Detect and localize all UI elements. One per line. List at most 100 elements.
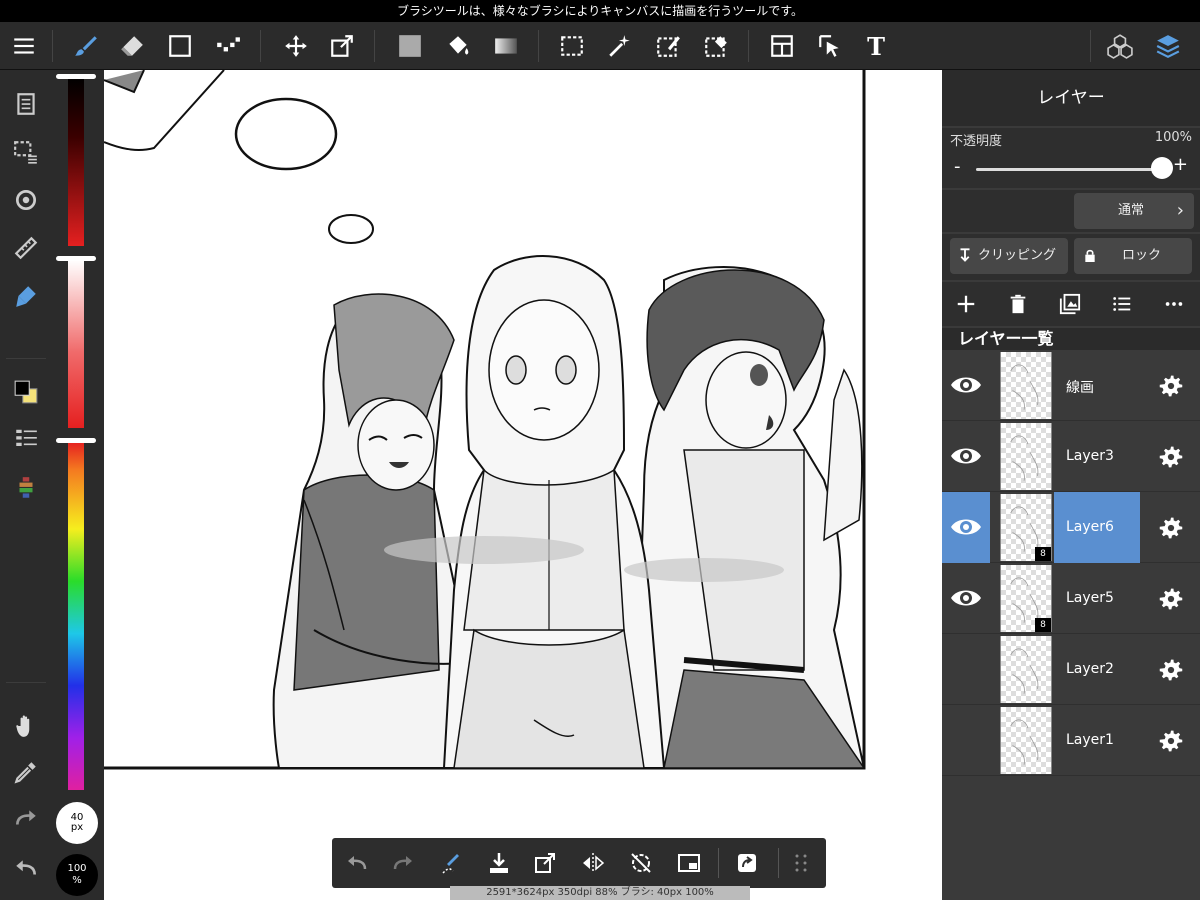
move-icon[interactable]	[278, 28, 314, 64]
blend-mode-label: 通常	[1118, 203, 1145, 218]
layer-label-area[interactable]: Layer6	[1054, 492, 1140, 563]
hue-slider-handle[interactable]	[56, 438, 96, 443]
transform-icon[interactable]	[324, 28, 360, 64]
opacity-value: 100%	[1154, 130, 1192, 145]
layout-icon[interactable]	[764, 28, 800, 64]
layer-row[interactable]: 線画	[942, 350, 1200, 421]
drawing-canvas[interactable]	[104, 70, 942, 900]
gear-icon[interactable]	[1156, 655, 1186, 685]
undo-icon[interactable]	[340, 846, 374, 880]
pages-icon[interactable]	[8, 86, 44, 122]
flip-icon[interactable]	[576, 846, 610, 880]
more-icon[interactable]	[1158, 290, 1190, 318]
layer-thumbnail	[1000, 352, 1052, 419]
layer-label-area[interactable]: Layer2	[1054, 634, 1140, 705]
export-icon[interactable]	[528, 846, 562, 880]
redo-icon[interactable]	[8, 800, 44, 836]
layer-name: Layer3	[1066, 448, 1114, 464]
left-toolbar	[0, 70, 52, 900]
blend-mode-button[interactable]: 通常 ›	[1074, 193, 1194, 229]
layer-name: 線画	[1066, 380, 1094, 396]
select-pen-icon[interactable]	[650, 28, 686, 64]
eye-icon	[951, 519, 981, 535]
saturation-slider-handle[interactable]	[56, 256, 96, 261]
trash-icon[interactable]	[1002, 290, 1034, 318]
visibility-toggle[interactable]	[942, 350, 990, 421]
gear-icon[interactable]	[1156, 513, 1186, 543]
share-icon[interactable]	[730, 846, 764, 880]
hue-slider[interactable]	[68, 442, 84, 790]
selection-icon[interactable]	[8, 134, 44, 170]
materials-icon[interactable]	[1102, 28, 1138, 64]
dot-line-icon[interactable]	[210, 28, 246, 64]
undo-icon[interactable]	[8, 850, 44, 886]
pen-tool-icon[interactable]	[8, 278, 44, 314]
grid-menu-icon[interactable]	[784, 846, 818, 880]
layer-label-area[interactable]: Layer1	[1054, 705, 1140, 776]
opacity-slider-handle[interactable]	[1151, 157, 1173, 179]
eraser-icon[interactable]	[114, 28, 150, 64]
opacity-slider[interactable]	[976, 168, 1156, 171]
gradient-icon[interactable]	[488, 28, 524, 64]
fullscreen-icon[interactable]	[672, 846, 706, 880]
gear-icon[interactable]	[1156, 584, 1186, 614]
rotate-reset-icon[interactable]	[624, 846, 658, 880]
lock-button[interactable]: ロック	[1074, 238, 1192, 274]
select-rect-icon[interactable]	[554, 28, 590, 64]
select-eraser-icon[interactable]	[698, 28, 734, 64]
lock-label: ロック	[1122, 248, 1162, 263]
layer-row[interactable]: 8 Layer6	[942, 492, 1200, 563]
opacity-decrease-button[interactable]: -	[954, 156, 961, 177]
layer-thumbnail	[1000, 636, 1052, 703]
select-arrow-icon[interactable]	[812, 28, 848, 64]
brightness-slider-handle[interactable]	[56, 74, 96, 79]
palette-icon[interactable]	[8, 470, 44, 506]
shape-icon[interactable]	[162, 28, 198, 64]
text-icon[interactable]: T	[858, 28, 894, 64]
tool-hint-bar: ブラシツールは、様々なブラシによりキャンバスに描画を行うツールです。	[0, 0, 1200, 22]
gear-icon[interactable]	[1156, 442, 1186, 472]
rotate-icon[interactable]	[8, 182, 44, 218]
hand-icon[interactable]	[8, 708, 44, 744]
eye-icon	[951, 377, 981, 393]
layer-row[interactable]: Layer2	[942, 634, 1200, 705]
eyedropper-icon[interactable]	[8, 754, 44, 790]
visibility-toggle[interactable]	[942, 492, 990, 563]
layers-icon[interactable]	[1150, 28, 1186, 64]
opacity-increase-button[interactable]: +	[1173, 154, 1188, 175]
visibility-toggle[interactable]	[942, 634, 990, 705]
visibility-toggle[interactable]	[942, 421, 990, 492]
gear-icon[interactable]	[1156, 726, 1186, 756]
menu-icon[interactable]	[6, 28, 42, 64]
layer-list-icon[interactable]	[1106, 290, 1138, 318]
fill-color-icon[interactable]	[392, 28, 428, 64]
saturation-slider[interactable]	[68, 260, 84, 428]
layer-label-area[interactable]: Layer5	[1054, 563, 1140, 634]
brush-size-unit: px	[70, 822, 84, 833]
ruler-icon[interactable]	[8, 230, 44, 266]
clipping-label: クリッピング	[978, 248, 1057, 263]
bucket-icon[interactable]	[440, 28, 476, 64]
magic-wand-icon[interactable]	[602, 28, 638, 64]
layer-row[interactable]: Layer1	[942, 705, 1200, 776]
brush-icon[interactable]	[68, 28, 104, 64]
add-layer-icon[interactable]	[950, 290, 982, 318]
layer-row[interactable]: Layer3	[942, 421, 1200, 492]
gear-icon[interactable]	[1156, 371, 1186, 401]
layer-label-area[interactable]: 線画	[1054, 350, 1140, 421]
brightness-slider[interactable]	[68, 78, 84, 246]
layer-label-area[interactable]: Layer3	[1054, 421, 1140, 492]
brush-opacity-button[interactable]: 100 %	[56, 854, 98, 896]
layer-row[interactable]: 8 Layer5	[942, 563, 1200, 634]
color-swatch-icon[interactable]	[8, 374, 44, 410]
clipping-button[interactable]: クリッピング	[950, 238, 1068, 274]
brush-list-icon[interactable]	[8, 422, 44, 458]
stabilizer-icon[interactable]	[434, 846, 468, 880]
save-icon[interactable]	[482, 846, 516, 880]
image-layer-icon[interactable]	[1054, 290, 1086, 318]
visibility-toggle[interactable]	[942, 705, 990, 776]
layer-list-header: レイヤー一覧	[942, 328, 1200, 350]
brush-size-button[interactable]: 40 px	[56, 802, 98, 844]
visibility-toggle[interactable]	[942, 563, 990, 634]
redo-icon[interactable]	[386, 846, 420, 880]
